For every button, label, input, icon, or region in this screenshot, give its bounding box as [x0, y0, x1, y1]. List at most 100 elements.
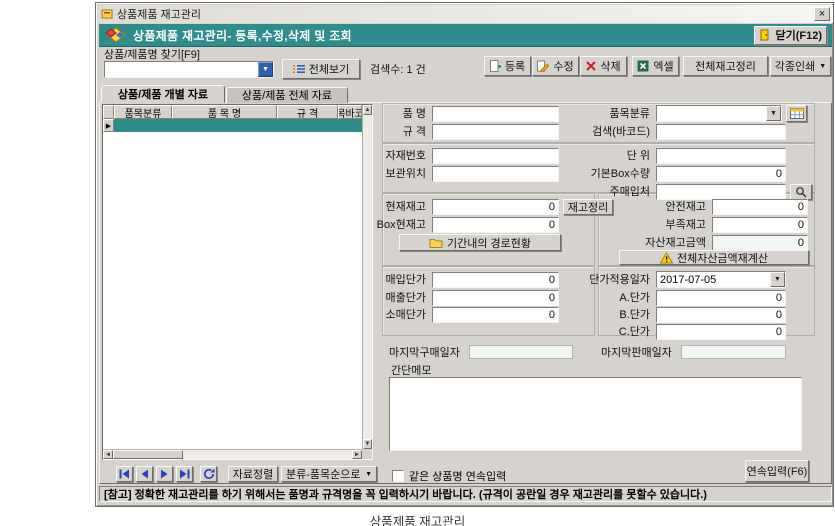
box-qty-field[interactable] — [656, 166, 786, 182]
first-record-icon — [119, 469, 130, 479]
purchase-price-field[interactable] — [432, 272, 559, 288]
price-a-label: A.단가 — [570, 291, 650, 305]
same-name-repeat-checkbox[interactable]: 같은 상품명 연속입력 — [392, 468, 506, 484]
name-field[interactable] — [432, 106, 559, 122]
price-b-field[interactable] — [656, 307, 786, 323]
edit-button[interactable]: 수정 — [532, 56, 579, 76]
scroll-up-icon[interactable]: ▲ — [363, 105, 372, 115]
category-input[interactable] — [657, 106, 766, 121]
checkbox-icon — [392, 470, 404, 482]
nav-first-button[interactable] — [116, 466, 133, 482]
print-menu-button[interactable]: 각종인쇄 ▼ — [770, 56, 831, 76]
warning-icon — [660, 252, 673, 264]
category-manage-button[interactable] — [786, 105, 807, 122]
category-dropdown-icon[interactable]: ▼ — [766, 106, 781, 121]
tab-all-data[interactable]: 상품/제품 전체 자료 — [226, 87, 348, 103]
supplier-field[interactable] — [656, 184, 786, 200]
search-input[interactable] — [105, 62, 258, 77]
app-icon — [101, 8, 113, 20]
folder-icon — [429, 237, 443, 248]
prev-record-icon — [139, 469, 150, 479]
location-field[interactable] — [432, 166, 559, 182]
material-no-field[interactable] — [432, 148, 559, 164]
grid-marker-header — [103, 105, 114, 119]
refresh-button[interactable] — [200, 466, 217, 482]
stock-rebuild-button[interactable]: 전체재고정리 — [683, 56, 768, 76]
grid-col-name[interactable]: 품 목 명 — [172, 105, 277, 119]
continuous-input-button[interactable]: 연속입력(F6) — [745, 460, 809, 482]
price-c-label: C.단가 — [570, 325, 650, 339]
excel-button[interactable]: 엑셀 — [632, 56, 679, 76]
page-caption: 상품제품 재고관리 — [0, 511, 835, 526]
page-title: 상품제품 재고관리- 등록,수정,삭제 및 조회 — [133, 27, 352, 44]
memo-textarea[interactable] — [389, 377, 802, 451]
excel-icon — [637, 60, 649, 72]
price-a-field[interactable] — [656, 290, 786, 306]
last-sale-field — [681, 345, 786, 359]
nav-prev-button[interactable] — [136, 466, 153, 482]
door-icon — [759, 29, 771, 41]
hscroll-thumb[interactable] — [113, 450, 183, 459]
last-record-icon — [179, 469, 190, 479]
shortage-field[interactable] — [712, 217, 808, 233]
nav-last-button[interactable] — [176, 466, 193, 482]
search-combo: ▼ — [104, 61, 274, 78]
sort-dropdown-icon: ▼ — [365, 471, 372, 478]
barcode-label: 검색(바코드) — [570, 125, 650, 139]
asset-recalc-button[interactable]: 전체자산금액재계산 — [619, 250, 809, 265]
view-all-button[interactable]: 전체보기 — [282, 59, 360, 79]
price-date-dropdown-icon[interactable]: ▼ — [770, 272, 785, 287]
stock-cleanup-button[interactable]: 재고정리 — [563, 199, 613, 215]
period-route-button[interactable]: 기간내의 경로현황 — [399, 234, 561, 251]
price-date-input[interactable] — [657, 272, 770, 287]
register-button[interactable]: 등록 — [484, 56, 531, 76]
barcode-field[interactable] — [656, 124, 786, 140]
item-grid: 품목분류 품 목 명 규 격 품목바코드 ▶ ▲ ▼ ◄ ► — [102, 104, 373, 460]
stock-field[interactable] — [432, 199, 559, 215]
shortage-label: 부족재고 — [626, 218, 706, 232]
close-f12-button[interactable]: 닫기(F12) — [754, 26, 827, 45]
delete-button[interactable]: 삭제 — [580, 56, 627, 76]
tab-individual-data[interactable]: 상품/제품 개별 자료 — [101, 85, 225, 103]
supplier-search-button[interactable] — [790, 184, 812, 200]
safe-stock-field[interactable] — [712, 199, 808, 215]
nav-next-button[interactable] — [156, 466, 173, 482]
window-title: 상품제품 재고관리 — [117, 6, 201, 22]
row-marker-icon: ▶ — [103, 119, 114, 132]
scroll-down-icon[interactable]: ▼ — [363, 439, 372, 449]
add-doc-icon — [490, 60, 501, 72]
grid-col-barcode[interactable]: 품목바코드 — [338, 105, 362, 119]
category-label: 품목분류 — [570, 107, 650, 121]
print-dropdown-icon: ▼ — [819, 63, 826, 70]
grid-horizontal-scrollbar[interactable]: ◄ ► — [103, 449, 362, 459]
red-x-icon — [586, 61, 596, 71]
header-bar: 상품제품 재고관리- 등록,수정,삭제 및 조회 닫기(F12) — [99, 24, 832, 47]
table-icon — [790, 108, 804, 119]
unit-field[interactable] — [656, 148, 786, 164]
supplier-label: 주매입처 — [570, 185, 650, 199]
grid-col-category[interactable]: 품목분류 — [114, 105, 172, 119]
close-icon[interactable]: × — [814, 7, 830, 21]
price-c-field[interactable] — [656, 324, 786, 340]
last-purchase-label: 마지막구매일자 — [389, 346, 460, 360]
last-sale-label: 마지막판매일자 — [601, 346, 672, 360]
search-combo-dropdown-icon[interactable]: ▼ — [258, 62, 273, 77]
grid-vertical-scrollbar[interactable]: ▲ ▼ — [362, 105, 372, 449]
box-stock-field[interactable] — [432, 217, 559, 233]
safe-stock-label: 안전재고 — [626, 200, 706, 214]
spec-field[interactable] — [432, 124, 559, 140]
sale-price-field[interactable] — [432, 290, 559, 306]
search-result-count: 검색수: 1 건 — [370, 63, 426, 77]
last-purchase-field — [469, 345, 573, 359]
list-icon — [293, 64, 305, 74]
scroll-left-icon[interactable]: ◄ — [103, 450, 113, 459]
scrollbar-corner — [362, 449, 372, 459]
box-qty-label: 기본Box수량 — [570, 167, 650, 181]
grid-selected-row[interactable]: ▶ — [103, 119, 362, 132]
sort-button[interactable]: 자료정렬 — [228, 466, 278, 482]
grid-col-spec[interactable]: 규 격 — [277, 105, 338, 119]
scroll-right-icon[interactable]: ► — [352, 450, 362, 459]
sort-order-dropdown[interactable]: 분류-품목순으로 ▼ — [281, 466, 377, 482]
retail-price-field[interactable] — [432, 307, 559, 323]
refresh-icon — [203, 468, 215, 480]
